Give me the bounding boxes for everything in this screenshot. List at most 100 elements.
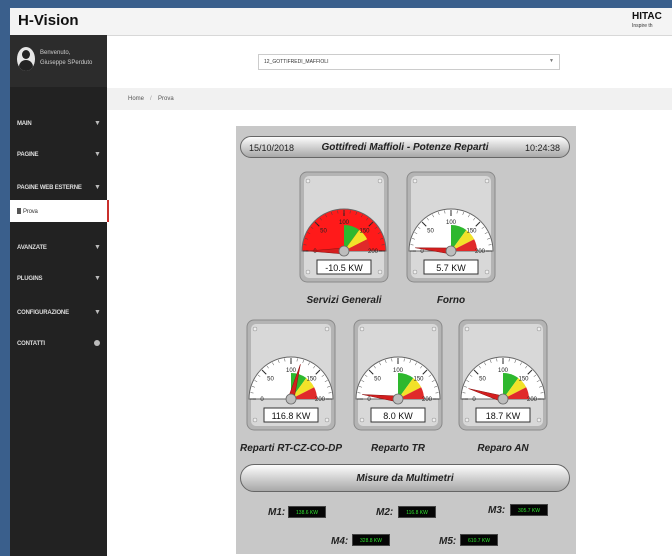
sidebar-item-plugins[interactable]: PLUGINS ▼: [10, 271, 107, 287]
meter-value-m3: 305.7 KW: [510, 504, 548, 516]
meter-label-m3: M3:: [488, 505, 506, 516]
gauge-tick-label: 200: [527, 397, 538, 403]
measures-header: Misure da Multimetri: [240, 464, 570, 492]
gauge-label: Servizi Generali: [306, 295, 382, 306]
chevron-down-icon: ▼: [94, 275, 101, 282]
chevron-down-icon: ▼: [94, 244, 101, 251]
sidebar-item-contatti[interactable]: CONTATTI: [10, 336, 107, 352]
plant-select-value: 12_GOTTIFREDI_MAFFIOLI: [264, 59, 329, 65]
bezel-screw-icon: [412, 269, 418, 275]
brand-logo: HITAC: [632, 11, 662, 22]
bezel-screw-icon: [536, 417, 542, 423]
sidebar-item-avanzate[interactable]: AVANZATE ▼: [10, 240, 107, 256]
sidebar-item-main[interactable]: MAIN ▼: [10, 116, 107, 132]
bezel-screw-icon: [305, 269, 311, 275]
gauge-tick-label: 200: [422, 397, 433, 403]
gauge-hub: [497, 393, 509, 405]
document-icon: [17, 208, 21, 214]
bezel-screw-icon: [252, 417, 258, 423]
meter-label-m1: M1:: [268, 507, 286, 518]
sidebar-item-label: PLUGINS: [17, 276, 43, 282]
user-name: Giuseppe SPerduto: [40, 60, 93, 66]
gauge-label: Reparto TR: [371, 443, 425, 454]
breadcrumb: Home / Prova: [107, 88, 672, 110]
bezel-screw-icon: [412, 178, 418, 184]
gauge-tick-label: 100: [339, 220, 350, 226]
gauge-reparto-tr: 0501001502008.0 KW: [353, 319, 443, 431]
bezel-screw-icon: [431, 326, 437, 332]
meter-label-m4: M4:: [331, 536, 349, 547]
gauge-readout: 116.8 KW: [272, 411, 311, 421]
gauge-reparo-an: 05010015020018.7 KW: [458, 319, 548, 431]
bezel-screw-icon: [377, 178, 383, 184]
gauge-label: Reparo AN: [477, 443, 529, 454]
gauge-readout: 5.7 KW: [436, 263, 466, 273]
chevron-down-icon: ▼: [94, 184, 101, 191]
gauge-readout: 18.7 KW: [486, 411, 521, 421]
measures-title: Misure da Multimetri: [356, 473, 454, 484]
gauge-tick-label: 50: [479, 376, 486, 382]
gauge-tick-label: 100: [286, 368, 297, 374]
bezel-screw-icon: [359, 326, 365, 332]
sidebar-item-pagine[interactable]: PAGINE ▼: [10, 147, 107, 163]
gauge-servizi-generali: 050100150200-10.5 KW: [299, 171, 389, 283]
gauge-tick-label: 150: [413, 376, 424, 382]
breadcrumb-home[interactable]: Home: [128, 96, 144, 102]
plant-select[interactable]: 12_GOTTIFREDI_MAFFIOLI ▼: [258, 54, 560, 70]
bezel-screw-icon: [484, 178, 490, 184]
gauge-tick-label: 200: [475, 249, 486, 255]
gauge-forno: 0501001502005.7 KW: [406, 171, 496, 283]
meter-value-m2: 116.8 KW: [398, 506, 436, 518]
sidebar-item-label: AVANZATE: [17, 245, 47, 251]
gauge-tick-label: 50: [374, 376, 381, 382]
bezel-screw-icon: [431, 417, 437, 423]
globe-icon: [94, 340, 100, 346]
meter-label-m5: M5:: [439, 536, 457, 547]
gauge-tick-label: 100: [446, 220, 457, 226]
chevron-down-icon: ▼: [549, 58, 554, 64]
bezel-screw-icon: [252, 326, 258, 332]
sidebar-item-pagine-web-esterne[interactable]: PAGINE WEB ESTERNE ▼: [10, 180, 107, 196]
bezel-screw-icon: [464, 417, 470, 423]
dashboard-header: 15/10/2018 Gottifredi Maffioli - Potenze…: [240, 136, 570, 158]
gauge-hub: [392, 393, 404, 405]
meter-value-m5: 610.7 KW: [460, 534, 498, 546]
sidebar-item-label: MAIN: [17, 121, 32, 127]
bezel-screw-icon: [324, 417, 330, 423]
gauge-tick-label: 50: [320, 228, 327, 234]
sidebar-item-configurazione[interactable]: CONFIGURAZIONE ▼: [10, 305, 107, 321]
gauge-reparti-rt-cz-co-dp: 050100150200116.8 KW: [246, 319, 336, 431]
gauge-tick-label: 200: [315, 397, 326, 403]
gauge-readout: -10.5 KW: [325, 263, 363, 273]
bezel-screw-icon: [324, 326, 330, 332]
gauge-tick-label: 200: [368, 249, 379, 255]
chevron-down-icon: ▼: [94, 120, 101, 127]
bezel-screw-icon: [536, 326, 542, 332]
gauge-label: Reparti RT-CZ-CO-DP: [239, 443, 343, 454]
chevron-down-icon: ▼: [94, 309, 101, 316]
gauge-label: Forno: [436, 295, 466, 306]
gauge-hub: [445, 245, 457, 257]
sidebar-item-label: PAGINE: [17, 152, 39, 158]
breadcrumb-separator: /: [150, 96, 152, 102]
meter-label-m2: M2:: [376, 507, 394, 518]
app-logo[interactable]: H-Vision: [18, 12, 79, 29]
top-bar: H-Vision HITAC Inspire th: [10, 8, 672, 36]
gauge-tick-label: 150: [518, 376, 529, 382]
user-greeting: Benvenuto,: [40, 50, 71, 56]
gauge-tick-label: 100: [498, 368, 509, 374]
gauge-readout: 8.0 KW: [383, 411, 413, 421]
bezel-screw-icon: [377, 269, 383, 275]
gauge-tick-label: 150: [359, 228, 370, 234]
app-window: H-Vision HITAC Inspire th Benvenuto, Giu…: [10, 8, 672, 556]
gauge-hub: [338, 245, 350, 257]
bezel-screw-icon: [359, 417, 365, 423]
avatar: [17, 47, 35, 71]
bezel-screw-icon: [305, 178, 311, 184]
chevron-down-icon: ▼: [94, 151, 101, 158]
bezel-screw-icon: [484, 269, 490, 275]
sidebar-item-prova[interactable]: Prova: [10, 200, 109, 222]
gauge-hub: [285, 393, 297, 405]
dashboard-panel: 15/10/2018 Gottifredi Maffioli - Potenze…: [236, 126, 576, 554]
sidebar-item-label: CONFIGURAZIONE: [17, 310, 69, 316]
